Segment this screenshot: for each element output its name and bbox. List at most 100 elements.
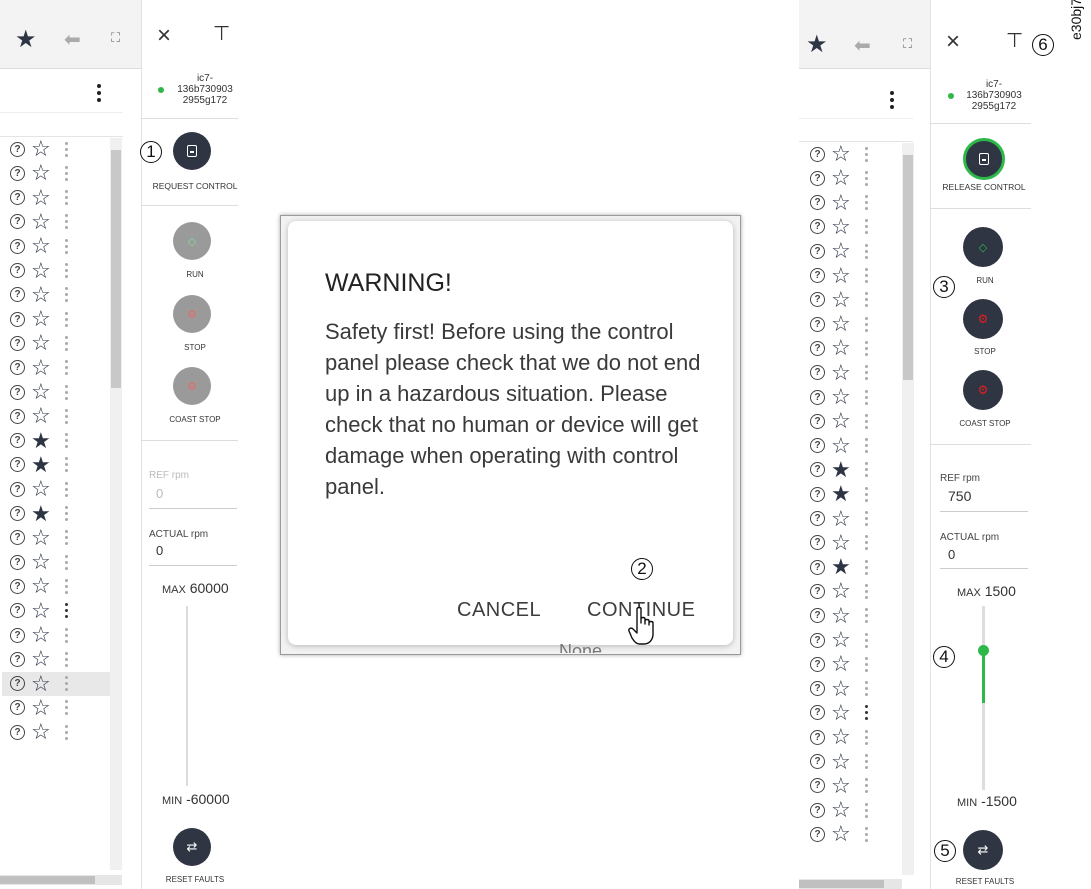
row-menu-icon[interactable] [64, 457, 69, 473]
star-outline-icon[interactable]: ☆ [31, 308, 51, 330]
list-row[interactable]: ? ☆ [802, 434, 910, 458]
scrollbar-thumb[interactable] [903, 155, 913, 380]
star-icon[interactable]: ★ [15, 25, 37, 54]
coast-stop-button[interactable]: ⚙ [173, 367, 211, 405]
row-menu-icon[interactable] [864, 462, 869, 478]
row-menu-icon[interactable] [864, 219, 869, 235]
list-row[interactable]: ? ☆ [2, 161, 110, 185]
list-row[interactable]: ? ☆ [2, 404, 110, 428]
help-icon[interactable]: ? [10, 165, 25, 181]
row-menu-icon[interactable] [864, 583, 869, 599]
pin-icon[interactable]: ⊤ [213, 21, 230, 46]
list-row[interactable]: ? ☆ [802, 361, 910, 385]
star-outline-icon[interactable]: ☆ [831, 774, 851, 797]
reply-icon[interactable]: ⬅ [854, 33, 871, 58]
star-outline-icon[interactable]: ☆ [31, 405, 51, 427]
star-outline-icon[interactable]: ☆ [831, 750, 851, 773]
star-outline-icon[interactable]: ☆ [831, 726, 851, 748]
star-outline-icon[interactable]: ☆ [31, 526, 51, 549]
row-menu-icon[interactable] [64, 190, 69, 206]
ref-input[interactable]: 750 [948, 488, 971, 504]
list-row[interactable]: ? ☆ [802, 142, 910, 166]
list-row[interactable]: ? ☆ [2, 307, 110, 331]
list-row[interactable]: ? ☆ [802, 652, 910, 676]
row-menu-icon[interactable] [864, 535, 869, 551]
list-row[interactable]: ? ☆ [802, 579, 910, 603]
list-row[interactable]: ? ☆ [2, 599, 110, 623]
star-filled-icon[interactable]: ★ [31, 453, 51, 476]
help-icon[interactable]: ? [10, 578, 25, 594]
help-icon[interactable]: ? [10, 554, 25, 570]
star-outline-icon[interactable]: ☆ [31, 381, 51, 403]
star-outline-icon[interactable]: ☆ [31, 210, 51, 233]
row-menu-icon[interactable] [864, 316, 869, 332]
star-outline-icon[interactable]: ☆ [831, 507, 851, 530]
list-row[interactable]: ? ☆ [2, 210, 110, 234]
cancel-button[interactable]: CANCEL [457, 599, 541, 622]
help-icon[interactable]: ? [10, 360, 25, 376]
fullscreen-icon[interactable]: ⛶ [903, 36, 912, 52]
star-filled-icon[interactable]: ★ [831, 483, 851, 505]
star-outline-icon[interactable]: ☆ [831, 240, 851, 262]
list-row[interactable]: ? ☆ [802, 385, 910, 409]
row-menu-icon[interactable] [64, 384, 69, 400]
reply-icon[interactable]: ⬅ [64, 27, 81, 52]
list-row[interactable]: ? ☆ [2, 283, 110, 307]
list-row[interactable]: ? ☆ [802, 507, 910, 531]
star-outline-icon[interactable]: ☆ [31, 283, 51, 306]
row-menu-icon[interactable] [864, 438, 869, 454]
list-row[interactable]: ? ☆ [802, 239, 910, 263]
star-filled-icon[interactable]: ★ [31, 429, 51, 452]
star-outline-icon[interactable]: ☆ [831, 191, 851, 214]
help-icon[interactable]: ? [10, 287, 25, 303]
star-outline-icon[interactable]: ☆ [831, 531, 851, 554]
row-menu-icon[interactable] [64, 433, 69, 449]
speed-slider-track[interactable] [186, 606, 188, 786]
row-menu-icon[interactable] [64, 651, 69, 667]
list-menu-icon[interactable] [890, 91, 894, 109]
row-menu-icon[interactable] [64, 578, 69, 594]
star-filled-icon[interactable]: ★ [831, 556, 851, 578]
help-icon[interactable]: ? [10, 530, 25, 546]
row-menu-icon[interactable] [64, 603, 69, 619]
speed-slider-thumb[interactable] [978, 645, 989, 656]
help-icon[interactable]: ? [10, 263, 25, 278]
row-menu-icon[interactable] [864, 292, 869, 308]
list-row[interactable]: ? ☆ [802, 677, 910, 701]
star-outline-icon[interactable]: ☆ [831, 215, 851, 238]
help-icon[interactable]: ? [810, 340, 825, 356]
list-row[interactable]: ? ☆ [802, 191, 910, 215]
help-icon[interactable]: ? [10, 433, 25, 449]
help-icon[interactable]: ? [10, 408, 25, 424]
star-outline-icon[interactable]: ☆ [831, 167, 851, 189]
run-button[interactable]: ◇ [963, 227, 1003, 267]
list-row[interactable]: ? ☆ [2, 477, 110, 501]
list-row[interactable]: ? ★ [802, 555, 910, 579]
row-menu-icon[interactable] [64, 506, 69, 521]
row-menu-icon[interactable] [864, 778, 869, 794]
row-menu-icon[interactable] [64, 214, 69, 230]
star-outline-icon[interactable]: ☆ [31, 356, 51, 379]
star-filled-icon[interactable]: ★ [831, 458, 851, 481]
list-menu-icon[interactable] [97, 84, 101, 102]
row-menu-icon[interactable] [64, 287, 69, 303]
help-icon[interactable]: ? [810, 583, 825, 599]
row-menu-icon[interactable] [864, 608, 869, 624]
fullscreen-icon[interactable]: ⛶ [111, 30, 120, 46]
help-icon[interactable]: ? [10, 651, 25, 667]
star-outline-icon[interactable]: ☆ [31, 162, 51, 184]
help-icon[interactable]: ? [810, 559, 825, 575]
row-menu-icon[interactable] [64, 238, 69, 254]
stop-button[interactable]: ⚙ [963, 299, 1003, 339]
star-outline-icon[interactable]: ☆ [31, 259, 51, 282]
star-outline-icon[interactable]: ☆ [31, 575, 51, 597]
list-row[interactable]: ? ☆ [802, 701, 910, 725]
help-icon[interactable]: ? [810, 365, 825, 381]
help-icon[interactable]: ? [810, 219, 825, 235]
help-icon[interactable]: ? [810, 462, 825, 478]
help-icon[interactable]: ? [10, 141, 25, 157]
left-vertical-scrollbar[interactable] [110, 138, 122, 870]
right-horizontal-scrollbar[interactable] [799, 879, 902, 889]
coast-stop-button[interactable]: ⚙ [963, 370, 1003, 410]
stop-button[interactable]: ⚙ [173, 295, 211, 333]
